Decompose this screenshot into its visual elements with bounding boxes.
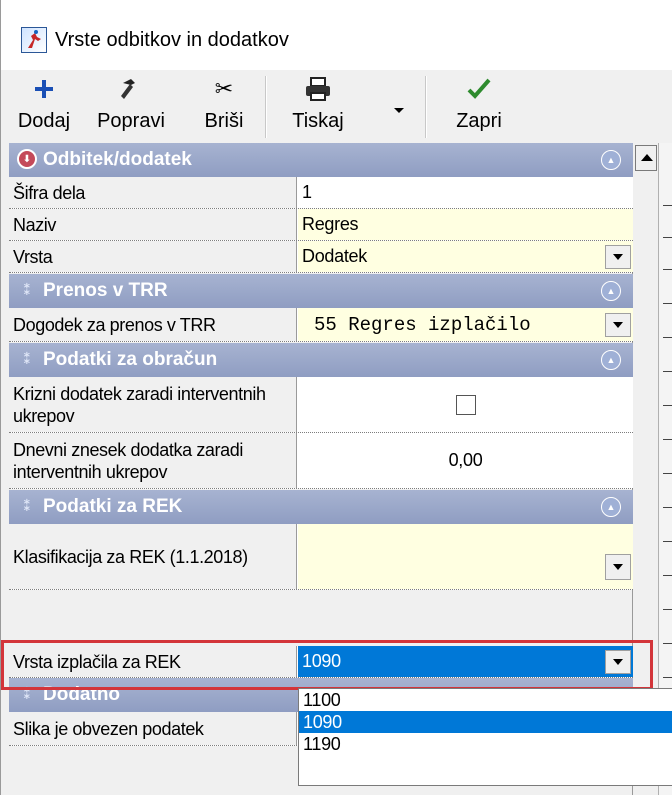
daily-amount-field[interactable]: 0,00 <box>298 433 633 488</box>
add-button[interactable]: Dodaj <box>9 70 79 143</box>
delete-button[interactable]: ✂ Briši <box>189 70 259 143</box>
row-code[interactable]: Šifra dela 1 <box>9 177 633 209</box>
section-rek[interactable]: ⁑ Podatki za REK ▲ <box>9 490 633 524</box>
toolbar-separator <box>265 76 267 138</box>
rek-classification-select[interactable] <box>298 524 633 589</box>
collapse-icon[interactable]: ▲ <box>601 150 621 170</box>
transfer-event-select[interactable]: 55 Regres izplačilo <box>298 308 633 341</box>
dropdown-option[interactable]: 1100 <box>299 689 672 711</box>
grip-icon: ⁑ <box>23 498 31 515</box>
code-field[interactable]: 1 <box>298 177 633 208</box>
crisis-bonus-checkbox[interactable] <box>455 394 476 415</box>
grip-icon: ⁑ <box>23 351 31 368</box>
collapse-icon[interactable]: ▲ <box>601 281 621 301</box>
highlight-annotation <box>1 640 653 690</box>
row-name[interactable]: Naziv Regres <box>9 209 633 241</box>
expand-icon: ⬇ <box>17 149 37 169</box>
chevron-down-icon[interactable] <box>605 245 631 269</box>
title-bar: Vrste odbitkov in dodatkov <box>1 0 672 70</box>
grip-icon: ⁑ <box>23 282 31 299</box>
app-window: Vrste odbitkov in dodatkov Dodaj Popravi… <box>0 0 672 795</box>
app-icon <box>21 27 47 53</box>
row-crisis-bonus[interactable]: Krizni dodatek zaradi interventnih ukrep… <box>9 377 633 433</box>
print-button[interactable]: Tiskaj <box>275 70 361 143</box>
hammer-icon <box>81 75 181 103</box>
row-transfer-event[interactable]: Dogodek za prenos v TRR 55 Regres izplač… <box>9 308 633 342</box>
close-button[interactable]: Zapri <box>439 70 519 143</box>
window-title: Vrste odbitkov in dodatkov <box>55 29 289 51</box>
chevron-down-icon[interactable] <box>605 313 631 337</box>
plus-icon <box>9 75 79 103</box>
section-calculation[interactable]: ⁑ Podatki za obračun ▲ <box>9 343 633 377</box>
collapse-icon[interactable]: ▲ <box>601 350 621 370</box>
scroll-up-arrow-icon[interactable] <box>635 145 657 171</box>
type-select[interactable]: Dodatek <box>298 241 633 272</box>
row-rek-classification[interactable]: Klasifikacija za REK (1.1.2018) <box>9 524 633 590</box>
chevron-down-icon[interactable] <box>605 554 631 580</box>
toolbar: Dodaj Popravi ✂ Briši Tiskaj Zapri <box>9 70 672 143</box>
scissors-icon: ✂ <box>214 76 234 101</box>
collapse-icon[interactable]: ▲ <box>601 497 621 517</box>
print-dropdown-arrow[interactable] <box>394 108 404 113</box>
payout-type-dropdown-list[interactable]: 1100 1090 1190 <box>298 688 672 786</box>
row-daily-amount[interactable]: Dnevni znesek dodatka zaradi interventni… <box>9 433 633 489</box>
checkmark-icon <box>439 75 519 103</box>
name-field[interactable]: Regres <box>298 209 633 240</box>
section-deduction[interactable]: ⬇ Odbitek/dodatek ▲ <box>9 143 633 177</box>
printer-icon <box>275 75 361 103</box>
row-type[interactable]: Vrsta Dodatek <box>9 241 633 273</box>
dropdown-option-selected[interactable]: 1090 <box>299 711 672 733</box>
toolbar-separator <box>425 76 427 138</box>
section-transfer[interactable]: ⁑ Prenos v TRR ▲ <box>9 274 633 308</box>
dropdown-option[interactable]: 1190 <box>299 733 672 755</box>
edit-button[interactable]: Popravi <box>81 70 181 143</box>
